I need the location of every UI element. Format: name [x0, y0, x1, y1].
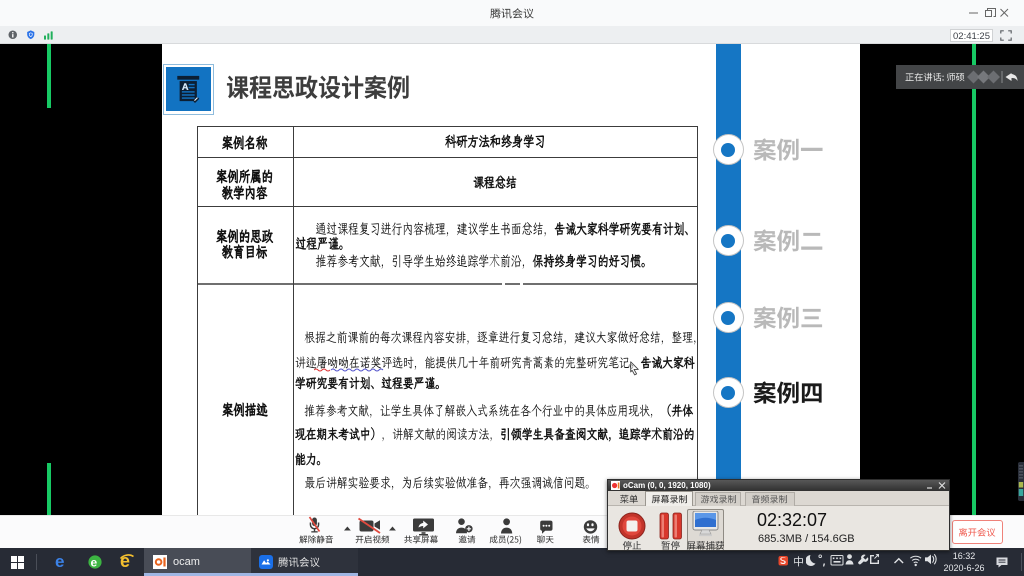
svg-text:e: e — [55, 554, 64, 570]
svg-text:e: e — [91, 556, 98, 570]
